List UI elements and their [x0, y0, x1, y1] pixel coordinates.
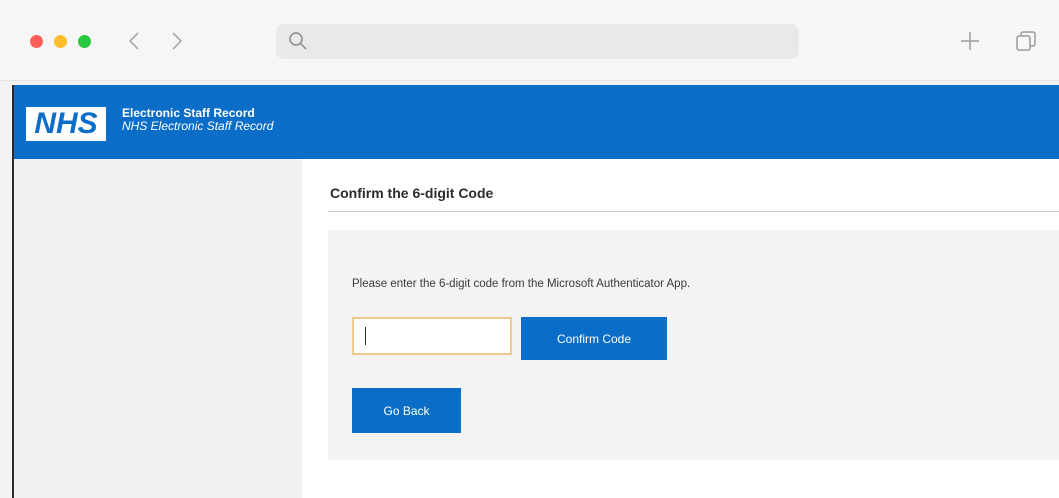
- confirm-code-button[interactable]: Confirm Code: [521, 317, 667, 360]
- tabs-overview-button[interactable]: [1013, 28, 1039, 54]
- left-sidebar: [14, 159, 302, 498]
- browser-window: NHS Electronic Staff Record NHS Electron…: [0, 0, 1059, 498]
- site-subtitle: NHS Electronic Staff Record: [122, 119, 274, 133]
- forward-button[interactable]: [165, 26, 189, 56]
- plus-icon: [961, 32, 979, 50]
- go-back-button[interactable]: Go Back: [352, 388, 461, 433]
- minimize-window-button[interactable]: [54, 35, 67, 48]
- address-input[interactable]: [316, 30, 790, 54]
- code-form: Please enter the 6-digit code from the M…: [328, 230, 1059, 460]
- search-icon: [289, 32, 307, 50]
- nhs-logo-text: NHS: [34, 107, 98, 140]
- maximize-window-button[interactable]: [78, 35, 91, 48]
- nhs-logo[interactable]: NHS: [26, 107, 106, 141]
- tabs-icon: [1016, 31, 1036, 51]
- chevron-right-icon: [172, 32, 183, 50]
- address-bar[interactable]: [276, 24, 799, 59]
- new-tab-button[interactable]: [957, 28, 983, 54]
- heading-divider: [328, 211, 1059, 212]
- code-input[interactable]: [352, 317, 512, 355]
- web-page: NHS Electronic Staff Record NHS Electron…: [12, 85, 1059, 498]
- text-cursor: [365, 327, 366, 345]
- close-window-button[interactable]: [30, 35, 43, 48]
- page-title: Confirm the 6-digit Code: [330, 185, 494, 201]
- instruction-text: Please enter the 6-digit code from the M…: [352, 278, 691, 290]
- site-header: NHS Electronic Staff Record NHS Electron…: [14, 85, 1059, 159]
- back-button[interactable]: [122, 26, 146, 56]
- browser-toolbar: [0, 0, 1059, 81]
- chevron-left-icon: [128, 32, 139, 50]
